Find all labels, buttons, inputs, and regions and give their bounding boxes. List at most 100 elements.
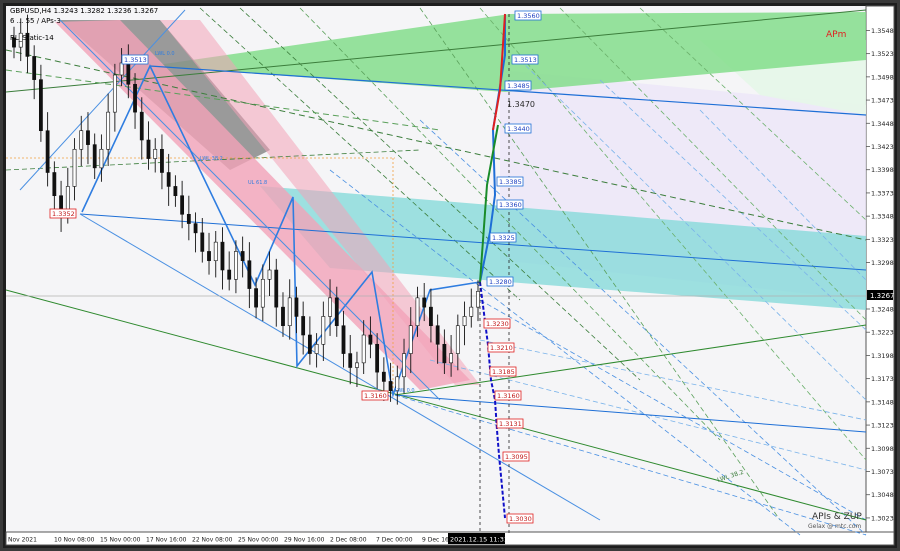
candle-body xyxy=(355,362,359,368)
price-tag-label: 1.3352 xyxy=(52,210,75,218)
candle-body xyxy=(139,111,144,141)
y-tick-label: 1.3198 xyxy=(871,352,894,360)
price-tag-label: 1.3230 xyxy=(486,320,509,328)
candle-body xyxy=(133,83,137,113)
target-label: 1.3470 xyxy=(507,100,535,109)
y-tick-label: 1.3123 xyxy=(871,422,894,430)
candle-body xyxy=(469,306,474,317)
watermark-2: Gelax @ mtc.com xyxy=(808,523,861,530)
x-tick-label: Nov 2021 xyxy=(8,537,37,544)
candle-body xyxy=(227,269,232,280)
y-tick-label: 1.3548 xyxy=(871,27,894,35)
candle-body xyxy=(92,144,97,169)
candle-body xyxy=(119,62,124,76)
candle-body xyxy=(146,139,151,159)
candle-body xyxy=(240,251,245,262)
channel-label: UL 61.8 xyxy=(248,180,267,186)
candle-body xyxy=(328,297,332,317)
candle-body xyxy=(153,148,158,159)
x-tick-label: 29 Nov 16:00 xyxy=(284,537,325,544)
y-tick-label: 1.3473 xyxy=(871,97,894,105)
y-tick-label: 1.3048 xyxy=(871,491,894,499)
candle-body xyxy=(381,371,386,382)
price-tag-label: 1.3280 xyxy=(489,278,512,286)
y-tick-label: 1.3023 xyxy=(871,514,894,522)
candle-body xyxy=(435,325,440,345)
candle-body xyxy=(247,260,252,289)
candle-body xyxy=(455,325,460,354)
candle-body xyxy=(375,343,380,373)
current-price-label: 1.3267 xyxy=(870,292,895,300)
candle-body xyxy=(260,278,265,308)
channel-label: LWL 0.0 xyxy=(395,388,415,394)
candle-body xyxy=(388,381,393,392)
y-tick-label: 1.3448 xyxy=(871,120,894,128)
candle-body xyxy=(281,306,285,327)
candle-body xyxy=(408,325,413,354)
y-tick-label: 1.3298 xyxy=(871,259,894,267)
price-tag-label: 1.3185 xyxy=(492,368,515,376)
candle-body xyxy=(402,353,406,378)
y-tick-label: 1.3148 xyxy=(871,398,894,406)
candle-body xyxy=(180,195,185,215)
candle-body xyxy=(32,56,37,80)
indicator-header-2: RL_Static-14 xyxy=(10,34,54,42)
apm-label: APm xyxy=(826,30,846,40)
candle-body xyxy=(173,186,178,197)
y-tick-label: 1.3348 xyxy=(871,213,894,221)
candle-body xyxy=(234,251,238,280)
candle-body xyxy=(38,79,43,132)
price-tag-label: 1.3513 xyxy=(124,56,147,64)
candle-body xyxy=(86,130,90,145)
y-tick-label: 1.3423 xyxy=(871,143,894,151)
x-tick-label: 15 Nov 00:00 xyxy=(100,537,141,544)
channel-label: LWL 38.2 xyxy=(200,156,223,162)
candle-body xyxy=(415,297,420,327)
price-tag-label: 1.3210 xyxy=(490,344,513,352)
candle-body xyxy=(294,297,299,317)
x-tick-label: 2 Dec 08:00 xyxy=(330,537,367,544)
candle-body xyxy=(99,148,104,169)
candle-body xyxy=(254,288,258,308)
x-tick-label: 17 Nov 16:00 xyxy=(146,537,187,544)
price-tag-label: 1.3160 xyxy=(364,392,387,400)
y-tick-label: 1.3173 xyxy=(871,375,894,383)
crosshair-time-label: 2021.12.15 11:31 xyxy=(450,536,508,544)
y-tick-label: 1.3523 xyxy=(871,50,894,58)
candle-body xyxy=(442,343,447,364)
candle-body xyxy=(348,353,353,368)
candle-body xyxy=(429,306,433,327)
candle-body xyxy=(361,334,366,364)
candle-body xyxy=(160,148,164,173)
candle-body xyxy=(368,334,373,345)
candle-body xyxy=(314,343,319,354)
price-tag-label: 1.3095 xyxy=(505,453,528,461)
candle-body xyxy=(207,251,211,262)
y-tick-label: 1.3098 xyxy=(871,445,894,453)
candle-body xyxy=(476,291,480,308)
candle-body xyxy=(462,316,467,327)
candle-body xyxy=(220,241,225,271)
candle-body xyxy=(449,353,454,364)
candle-body xyxy=(213,241,218,262)
candle-body xyxy=(45,130,50,173)
indicator-header-1: 6 ... 55 / APs-3 xyxy=(10,17,61,25)
price-tag-label: 1.3485 xyxy=(507,82,530,90)
y-tick-label: 1.3323 xyxy=(871,236,894,244)
candle-body xyxy=(193,223,198,234)
y-tick-label: 1.3248 xyxy=(871,306,894,314)
candle-body xyxy=(186,213,191,224)
candle-body xyxy=(52,172,57,197)
symbol-header: GBPUSD,H4 1.3243 1.3282 1.3236 1.3267 xyxy=(10,7,158,15)
y-tick-label: 1.3498 xyxy=(871,73,894,81)
y-tick-label: 1.3073 xyxy=(871,468,894,476)
price-chart[interactable]: 1.3560 1.3513 1.3485 1.3440 1.3385 1.3360 1.33… xyxy=(0,0,900,551)
price-tag-label: 1.3360 xyxy=(499,201,522,209)
candle-body xyxy=(72,148,77,187)
chart-window: 1.3560 1.3513 1.3485 1.3440 1.3385 1.3360 1.33… xyxy=(0,0,900,551)
price-tag-label: 1.3440 xyxy=(507,125,530,133)
y-tick-label: 1.3398 xyxy=(871,166,894,174)
price-axis-panel xyxy=(865,5,895,536)
price-tag-label: 1.3385 xyxy=(499,178,522,186)
candle-body xyxy=(65,186,70,213)
